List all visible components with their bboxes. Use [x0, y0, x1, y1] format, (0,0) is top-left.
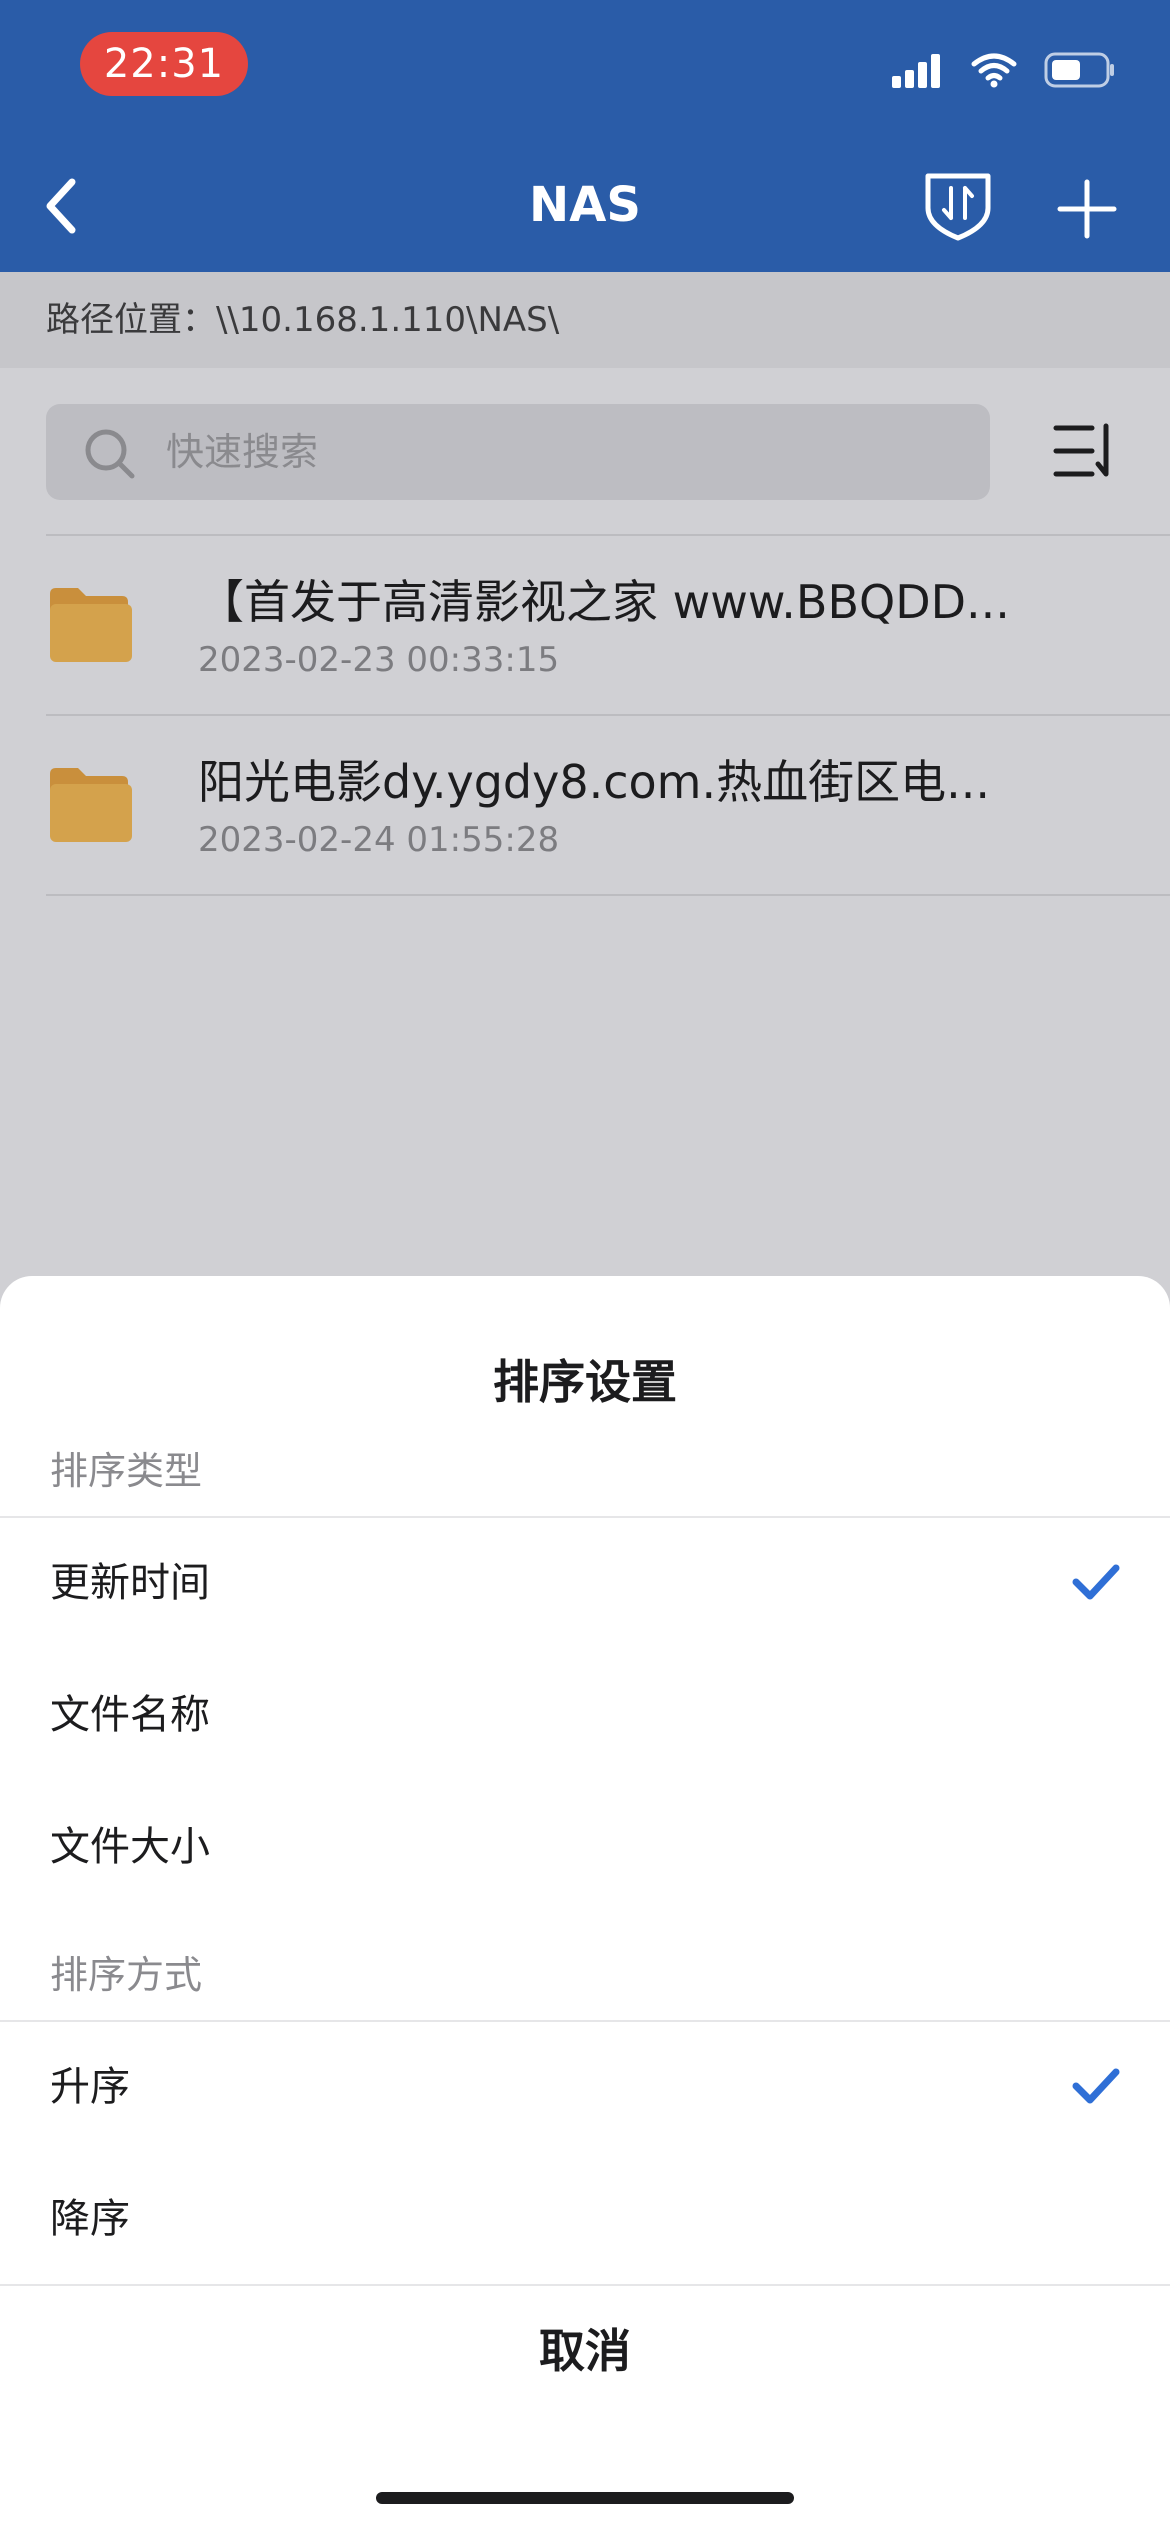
folder-icon [50, 768, 132, 842]
folder-icon [50, 588, 132, 662]
cancel-button[interactable]: 取消 [0, 2286, 1170, 2416]
battery-icon [1044, 51, 1116, 93]
sort-settings-sheet: 排序设置 排序类型 更新时间 文件名称 文件大小 排序方式 升序 降序 取消 [0, 1276, 1170, 2532]
status-icons [892, 50, 1116, 94]
add-button[interactable] [1054, 176, 1120, 242]
sort-type-section-label: 排序类型 [50, 1449, 203, 1493]
cellular-signal-icon [892, 52, 944, 92]
option-label: 降序 [50, 2196, 130, 2242]
checkmark-icon [1072, 1564, 1120, 1600]
search-icon [85, 429, 135, 479]
sort-option-descending[interactable]: 降序 [0, 2154, 1170, 2284]
status-time: 22:31 [80, 32, 248, 96]
path-value: \\10.168.1.110\NAS\ [216, 300, 560, 340]
option-label: 升序 [50, 2064, 130, 2110]
path-label: 路径位置： [46, 300, 216, 340]
shield-transfer-icon [925, 173, 991, 241]
list-item[interactable]: 阳光电影dy.ygdy8.com.热血街区电... 2023-02-24 01:… [46, 714, 1170, 896]
wifi-icon [970, 52, 1018, 92]
file-list: 【首发于高清影视之家 www.BBQDD... 2023-02-23 00:33… [0, 534, 1170, 896]
list-item[interactable]: 【首发于高清影视之家 www.BBQDD... 2023-02-23 00:33… [46, 534, 1170, 714]
sort-icon [1053, 423, 1109, 477]
option-label: 文件名称 [50, 1692, 210, 1738]
checkmark-icon [1072, 2068, 1120, 2104]
file-date: 2023-02-24 01:55:28 [198, 820, 560, 860]
sort-option-file-size[interactable]: 文件大小 [0, 1782, 1170, 1912]
transfer-button[interactable] [920, 170, 996, 242]
option-label: 更新时间 [50, 1560, 210, 1606]
sort-button[interactable] [1052, 420, 1118, 482]
search-placeholder: 快速搜索 [166, 430, 319, 474]
path-bar: 路径位置：\\10.168.1.110\NAS\ [0, 272, 1170, 368]
sort-option-file-name[interactable]: 文件名称 [0, 1650, 1170, 1780]
sheet-title: 排序设置 [493, 1355, 677, 1409]
file-name: 阳光电影dy.ygdy8.com.热血街区电... [198, 755, 990, 809]
sort-order-section-label: 排序方式 [50, 1953, 203, 1997]
file-name: 【首发于高清影视之家 www.BBQDD... [198, 575, 1010, 629]
search-input[interactable]: 快速搜索 [46, 404, 990, 500]
sort-option-update-time[interactable]: 更新时间 [0, 1518, 1170, 1648]
home-indicator [376, 2492, 794, 2504]
file-date: 2023-02-23 00:33:15 [198, 640, 560, 680]
nav-header: 22:31 NAS [0, 0, 1170, 272]
plus-icon [1057, 179, 1117, 239]
sort-option-ascending[interactable]: 升序 [0, 2022, 1170, 2152]
option-label: 文件大小 [50, 1824, 210, 1870]
